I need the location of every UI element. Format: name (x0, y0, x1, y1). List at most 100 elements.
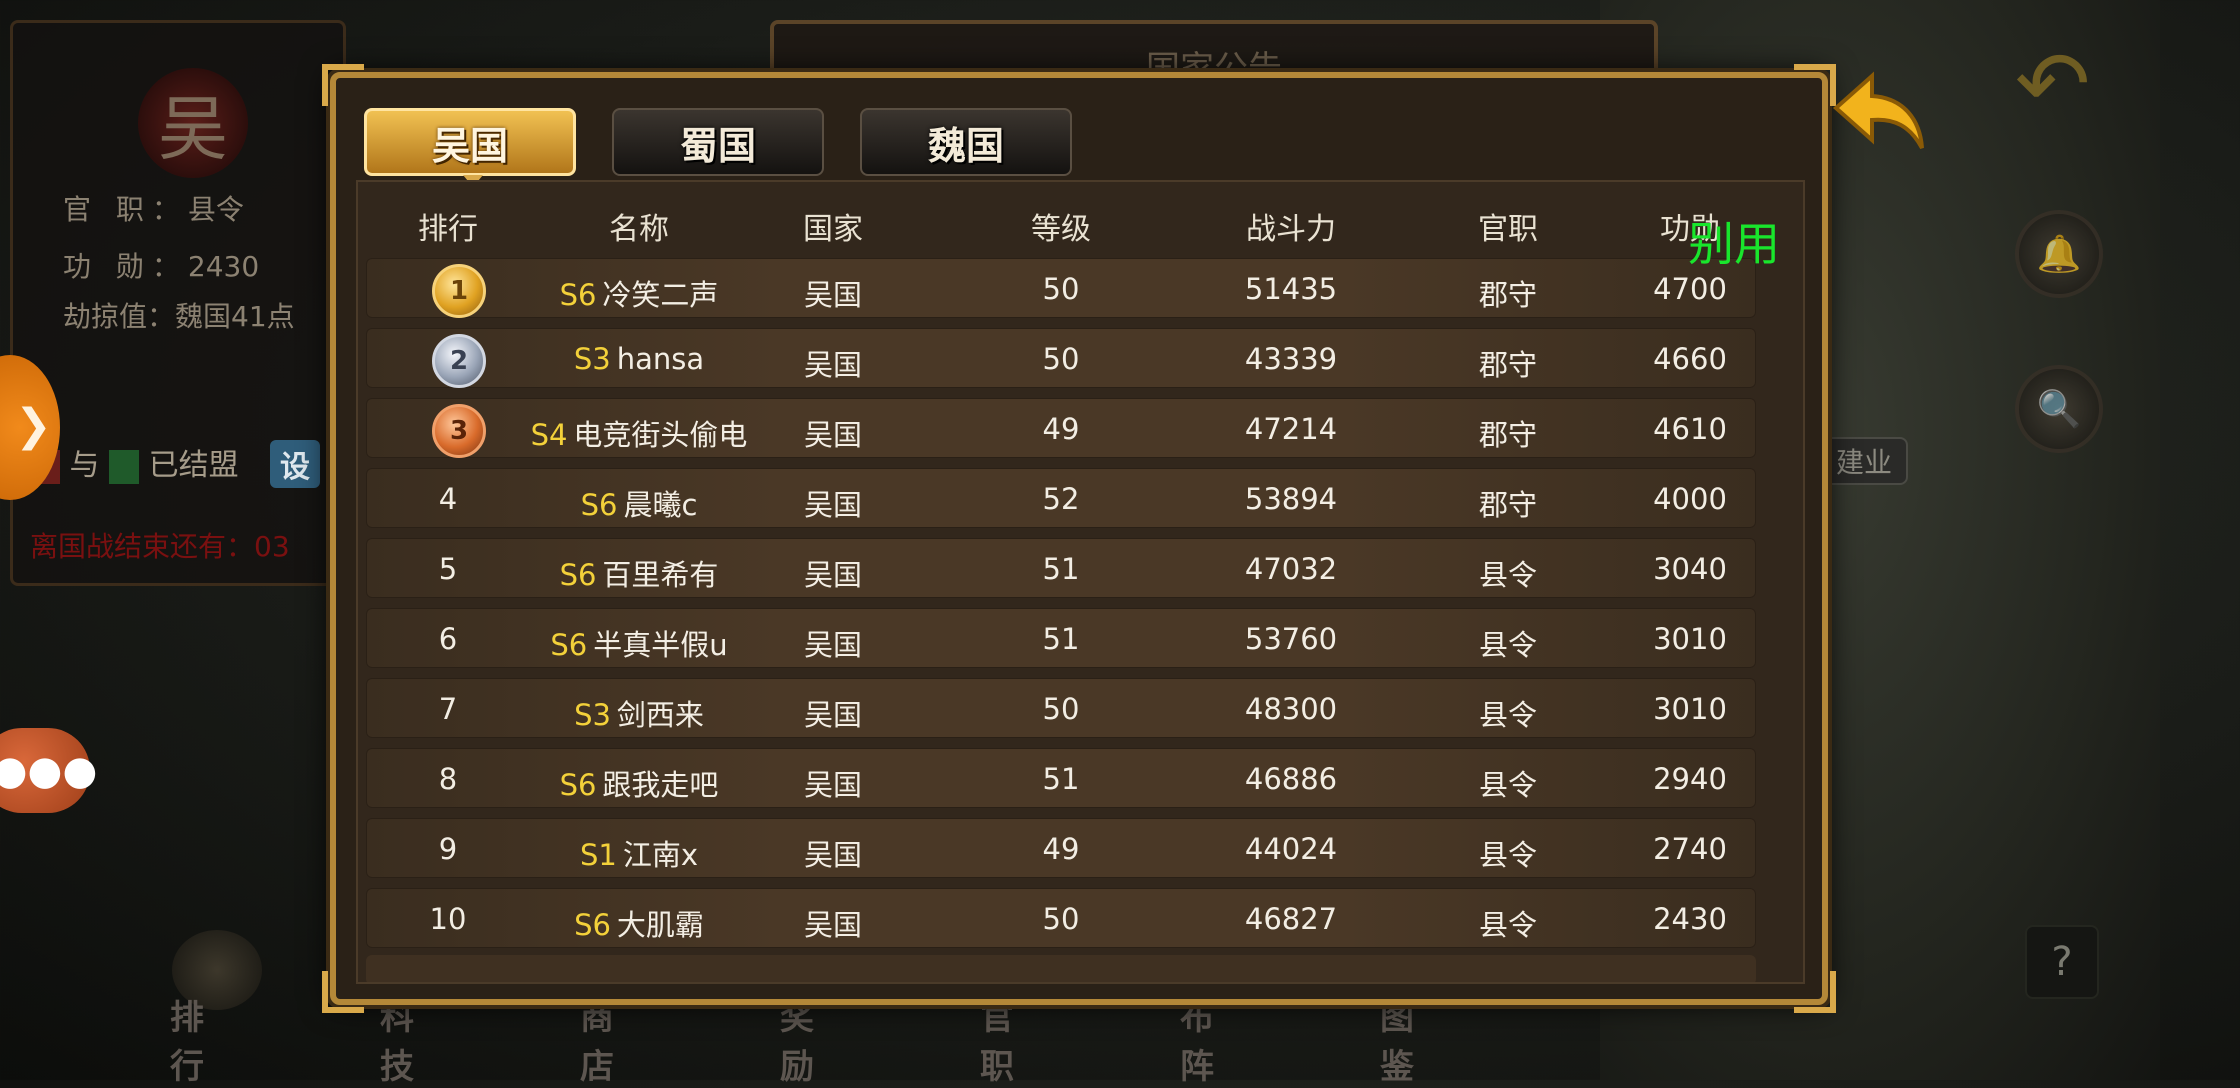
overlay-label: 别用 (1688, 217, 1780, 271)
table-header: 排行 名称 国家 等级 战斗力 官职 功勋 (358, 182, 1803, 258)
chat-icon: ●●● (0, 747, 98, 794)
settings-tag[interactable]: 设 (270, 440, 320, 488)
server-tag: S6 (559, 768, 597, 802)
back-button[interactable] (1832, 68, 1932, 158)
country-cell: 吴国 (803, 768, 863, 802)
name-cell: S4 电竞街头偷电 (531, 412, 748, 454)
col-power: 战斗力 (1246, 212, 1336, 247)
frame-corner (1794, 64, 1836, 106)
col-level: 等级 (1031, 212, 1091, 247)
name-cell: S6 大肌霸 (574, 902, 704, 944)
table-row[interactable]: 1 S6 冷笑二声 吴国 50 51435 郡守 4700 (366, 258, 1756, 318)
chat-button[interactable]: ●●● (0, 728, 97, 813)
rank-medal-icon: 3 (432, 404, 486, 458)
magnifier-icon: 🔍 (2036, 389, 2082, 430)
tab-wu[interactable]: 吴国 (364, 108, 576, 187)
office-info: 官 职：县令 (63, 193, 244, 226)
col-office: 官职 (1478, 212, 1538, 247)
player-name: 半真半假u (593, 628, 728, 662)
ranking-dialog: 吴国 蜀国 魏国 排行 名称 国家 等级 战斗力 官职 功勋 1 S6 冷笑二声 吴国… (322, 64, 1836, 1013)
level-cell: 50 (1042, 272, 1080, 306)
name-cell: S6 跟我走吧 (560, 762, 719, 804)
help-button[interactable]: ? (2025, 925, 2099, 999)
level-cell: 49 (1042, 832, 1080, 866)
bell-icon: 🔔 (2036, 234, 2082, 275)
name-cell: S6 晨曦c (581, 482, 698, 524)
merit-cell: 3040 (1653, 552, 1727, 586)
level-cell: 50 (1042, 692, 1080, 726)
server-tag: S1 (579, 838, 617, 872)
office-cell: 县令 (1478, 768, 1538, 802)
power-cell: 44024 (1244, 832, 1338, 866)
level-cell: 50 (1042, 902, 1080, 936)
merit-cell: 4660 (1653, 342, 1727, 376)
level-cell: 52 (1042, 482, 1080, 516)
rank-cell: 4 (438, 482, 458, 516)
server-tag: S3 (573, 342, 611, 376)
table-row[interactable]: 6 S6 半真半假u 吴国 51 53760 县令 3010 (366, 608, 1756, 668)
name-cell: S3 剑西来 (574, 692, 704, 734)
table-row[interactable]: 7 S3 剑西来 吴国 50 48300 县令 3010 (366, 678, 1756, 738)
table-row[interactable]: 4 S6 晨曦c 吴国 52 53894 郡守 4000 (366, 468, 1756, 528)
table-row[interactable]: 5 S6 百里希有 吴国 51 47032 县令 3040 (366, 538, 1756, 598)
country-cell: 吴国 (803, 348, 863, 382)
power-cell: 53894 (1244, 482, 1338, 516)
level-cell: 51 (1042, 622, 1080, 656)
magnifier-button[interactable]: 🔍 (2015, 365, 2103, 453)
player-name: 晨曦c (623, 488, 698, 522)
table-row[interactable]: 10 S6 大肌霸 吴国 50 46827 县令 2430 (366, 888, 1756, 948)
rank-medal-icon: 1 (432, 264, 486, 318)
office-cell: 县令 (1478, 838, 1538, 872)
background-back-icon: ↶ (2015, 32, 2091, 137)
player-name: 江南x (622, 838, 699, 872)
server-tag: S6 (550, 628, 588, 662)
col-country: 国家 (803, 212, 863, 247)
tab-label: 蜀国 (679, 123, 756, 168)
power-cell: 48300 (1244, 692, 1338, 726)
power-cell: 47214 (1244, 412, 1338, 446)
player-name: 冷笑二声 (602, 278, 719, 312)
player-name: 电竞街头偷电 (573, 418, 748, 452)
country-cell: 吴国 (803, 278, 863, 312)
country-cell: 吴国 (803, 838, 863, 872)
merit-cell: 3010 (1653, 622, 1727, 656)
bell-button[interactable]: 🔔 (2015, 210, 2103, 298)
player-name: 百里希有 (602, 558, 719, 592)
server-tag: S6 (574, 908, 611, 942)
country-cell: 吴国 (803, 488, 863, 522)
chevron-right-icon: ❯ (15, 400, 52, 451)
name-cell: S1 江南x (580, 832, 698, 874)
ranking-table[interactable]: 排行 名称 国家 等级 战斗力 官职 功勋 1 S6 冷笑二声 吴国 50 51435 郡守… (356, 180, 1805, 984)
server-tag: S6 (559, 278, 597, 312)
city-label[interactable]: 建业 (1820, 437, 1909, 485)
table-row[interactable]: 9 S1 江南x 吴国 49 44024 县令 2740 (366, 818, 1756, 878)
country-tabs: 吴国 蜀国 魏国 (364, 108, 1072, 187)
player-name: 剑西来 (616, 698, 704, 732)
merit-cell: 2740 (1653, 832, 1727, 866)
player-name: hansa (616, 342, 705, 376)
player-info-panel: 吴 官 职：县令 功 勋：2430 劫掠值：魏国41点 (10, 20, 346, 586)
tab-shu[interactable]: 蜀国 (612, 108, 824, 176)
country-cell: 吴国 (803, 628, 863, 662)
office-cell: 县令 (1478, 698, 1538, 732)
table-row[interactable]: 2 S3 hansa 吴国 50 43339 郡守 4660 (366, 328, 1756, 388)
level-cell: 50 (1042, 342, 1080, 376)
country-cell: 吴国 (803, 418, 863, 452)
level-cell: 51 (1042, 552, 1080, 586)
merit-cell: 4610 (1653, 412, 1727, 446)
table-row[interactable]: 8 S6 跟我走吧 吴国 51 46886 县令 2940 (366, 748, 1756, 808)
country-cell: 吴国 (803, 698, 863, 732)
office-cell: 县令 (1478, 908, 1538, 942)
office-cell: 郡守 (1478, 418, 1538, 452)
merit-cell: 3010 (1653, 692, 1727, 726)
server-tag: S3 (574, 698, 611, 732)
server-tag: S6 (580, 488, 618, 522)
merit-info: 功 勋：2430 (63, 250, 260, 283)
tab-wei[interactable]: 魏国 (860, 108, 1072, 176)
shu-flag-icon (109, 449, 140, 484)
nav-ranking[interactable]: 排行 (170, 990, 204, 1088)
table-row[interactable]: 3 S4 电竞街头偷电 吴国 49 47214 郡守 4610 (366, 398, 1756, 458)
rank-cell: 6 (438, 622, 458, 656)
rank-cell: 5 (438, 552, 458, 586)
country-cell: 吴国 (803, 908, 863, 942)
